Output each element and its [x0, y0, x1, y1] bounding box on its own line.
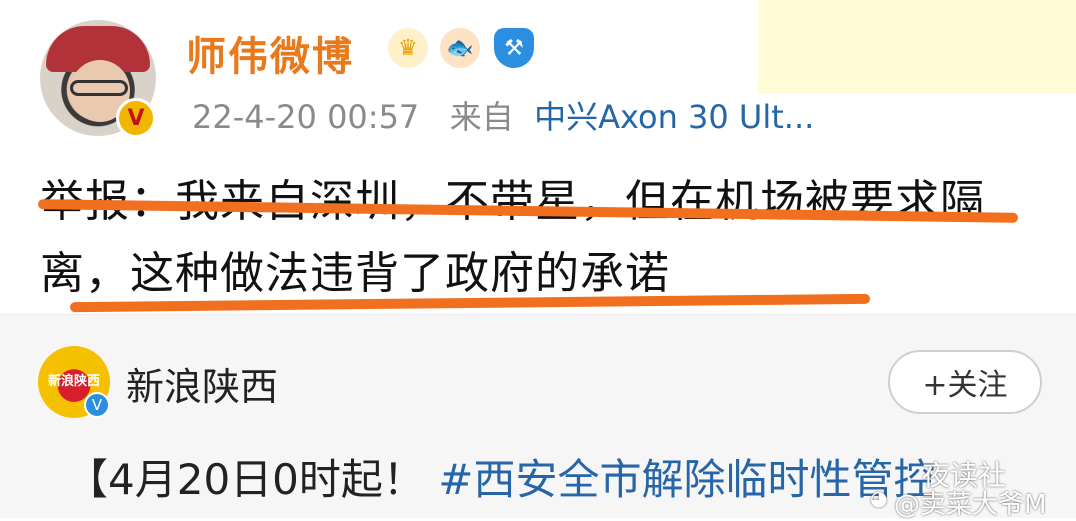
author-name[interactable]: 师伟微博 [186, 24, 354, 82]
weibo-post: V 师伟微博 ♛ 🐟 ⚒ 22-4-20 00:57 来自 中兴Axon 30 … [0, 0, 1076, 314]
watermark-line2: @卖菜大爷M [894, 490, 1047, 520]
from-label: 来自 [449, 98, 514, 136]
account-name[interactable]: 新浪陕西 [126, 356, 278, 411]
highlight-patch [758, 0, 1076, 94]
verified-icon: V [84, 392, 110, 418]
shield-hammer-icon[interactable]: ⚒ [494, 28, 534, 68]
avatar-glasses [70, 80, 128, 96]
vip-badge-icon: V [116, 98, 156, 138]
follow-button[interactable]: +关注 [888, 350, 1042, 414]
post-meta: 22-4-20 00:57 来自 中兴Axon 30 Ult... [192, 92, 814, 138]
watermark: 夜读社 ◕ @卖菜大爷M [870, 446, 1076, 520]
crown-icon[interactable]: ♛ [388, 28, 428, 68]
repost-text-prefix: 【4月20日0时起！ [66, 455, 425, 504]
post-time: 22-4-20 00:57 [192, 98, 420, 136]
weibo-logo-icon: ◕ [870, 486, 888, 510]
post-body: 举报：我来自深圳，不带星，但在机场被要求隔离，这种做法违背了政府的承诺 [40, 176, 985, 299]
repost-text: 【4月20日0时起！ #西安全市解除临时性管控 [66, 446, 935, 507]
fish-icon[interactable]: 🐟 [440, 28, 480, 68]
post-source-link[interactable]: 中兴Axon 30 Ult... [534, 98, 814, 136]
hashtag-link[interactable]: #西安全市解除临时性管控 [438, 455, 935, 504]
